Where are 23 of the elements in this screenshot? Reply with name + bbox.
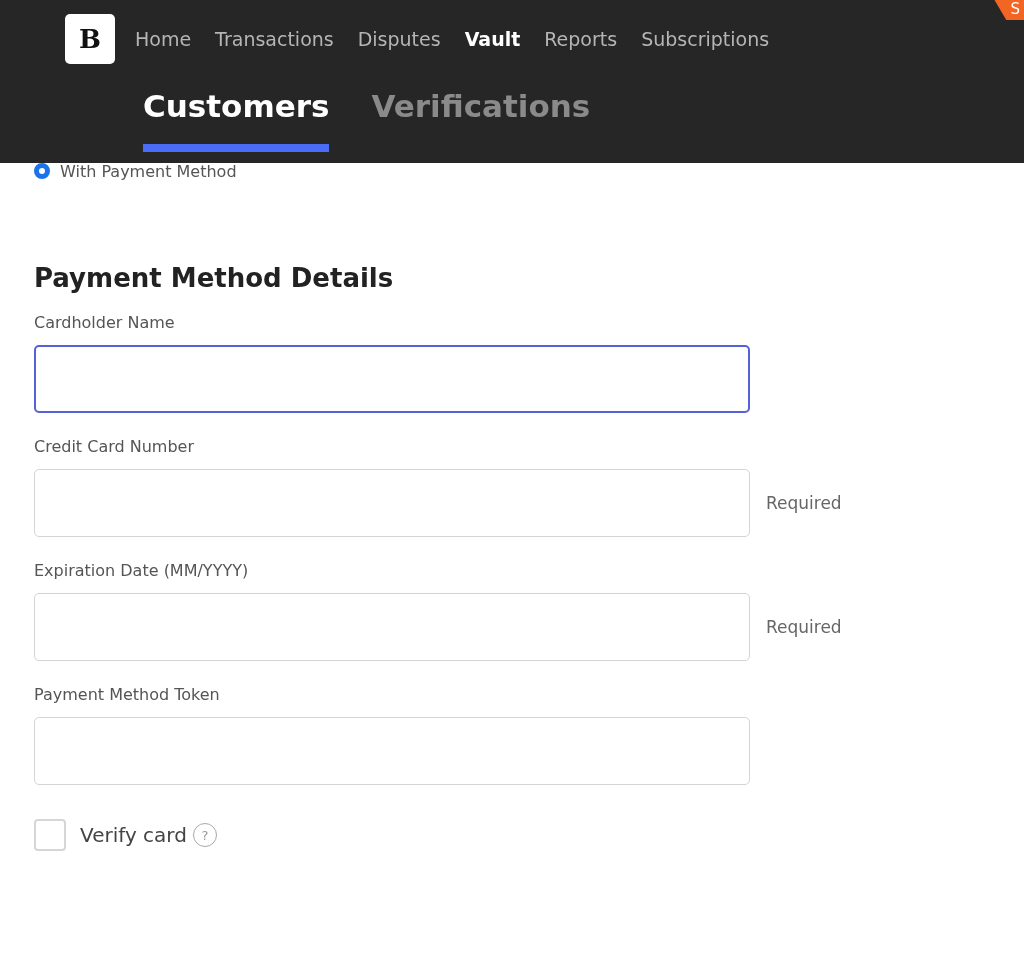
section-title: Payment Method Details: [34, 263, 395, 293]
input-field[interactable]: [34, 345, 750, 413]
field-label: Cardholder Name: [34, 313, 176, 332]
nav-link[interactable]: Home: [135, 28, 192, 50]
tab[interactable]: Verifications: [371, 88, 591, 152]
corner-badge: S: [994, 0, 1024, 20]
field-label: Credit Card Number: [34, 437, 195, 456]
radio-button[interactable]: [34, 163, 50, 179]
radio-label: With Payment Method: [60, 161, 237, 181]
checkbox-label: Verify card: [80, 823, 187, 847]
field-label: Expiration Date (MM/YYYY): [34, 561, 250, 580]
required-note: Required: [766, 493, 842, 513]
radio-option[interactable]: With Payment Method: [34, 163, 990, 179]
nav-link[interactable]: Transactions: [215, 28, 334, 50]
nav-link[interactable]: Disputes: [357, 28, 441, 50]
logo[interactable]: B: [65, 14, 115, 64]
nav-link[interactable]: Subscriptions: [641, 28, 770, 50]
checkbox[interactable]: [34, 819, 66, 851]
nav-link[interactable]: Vault: [464, 28, 521, 50]
field-label: Payment Method Token: [34, 685, 221, 704]
required-note: Required: [766, 617, 842, 637]
nav-link[interactable]: Reports: [544, 28, 618, 50]
tab[interactable]: Customers: [143, 88, 330, 152]
